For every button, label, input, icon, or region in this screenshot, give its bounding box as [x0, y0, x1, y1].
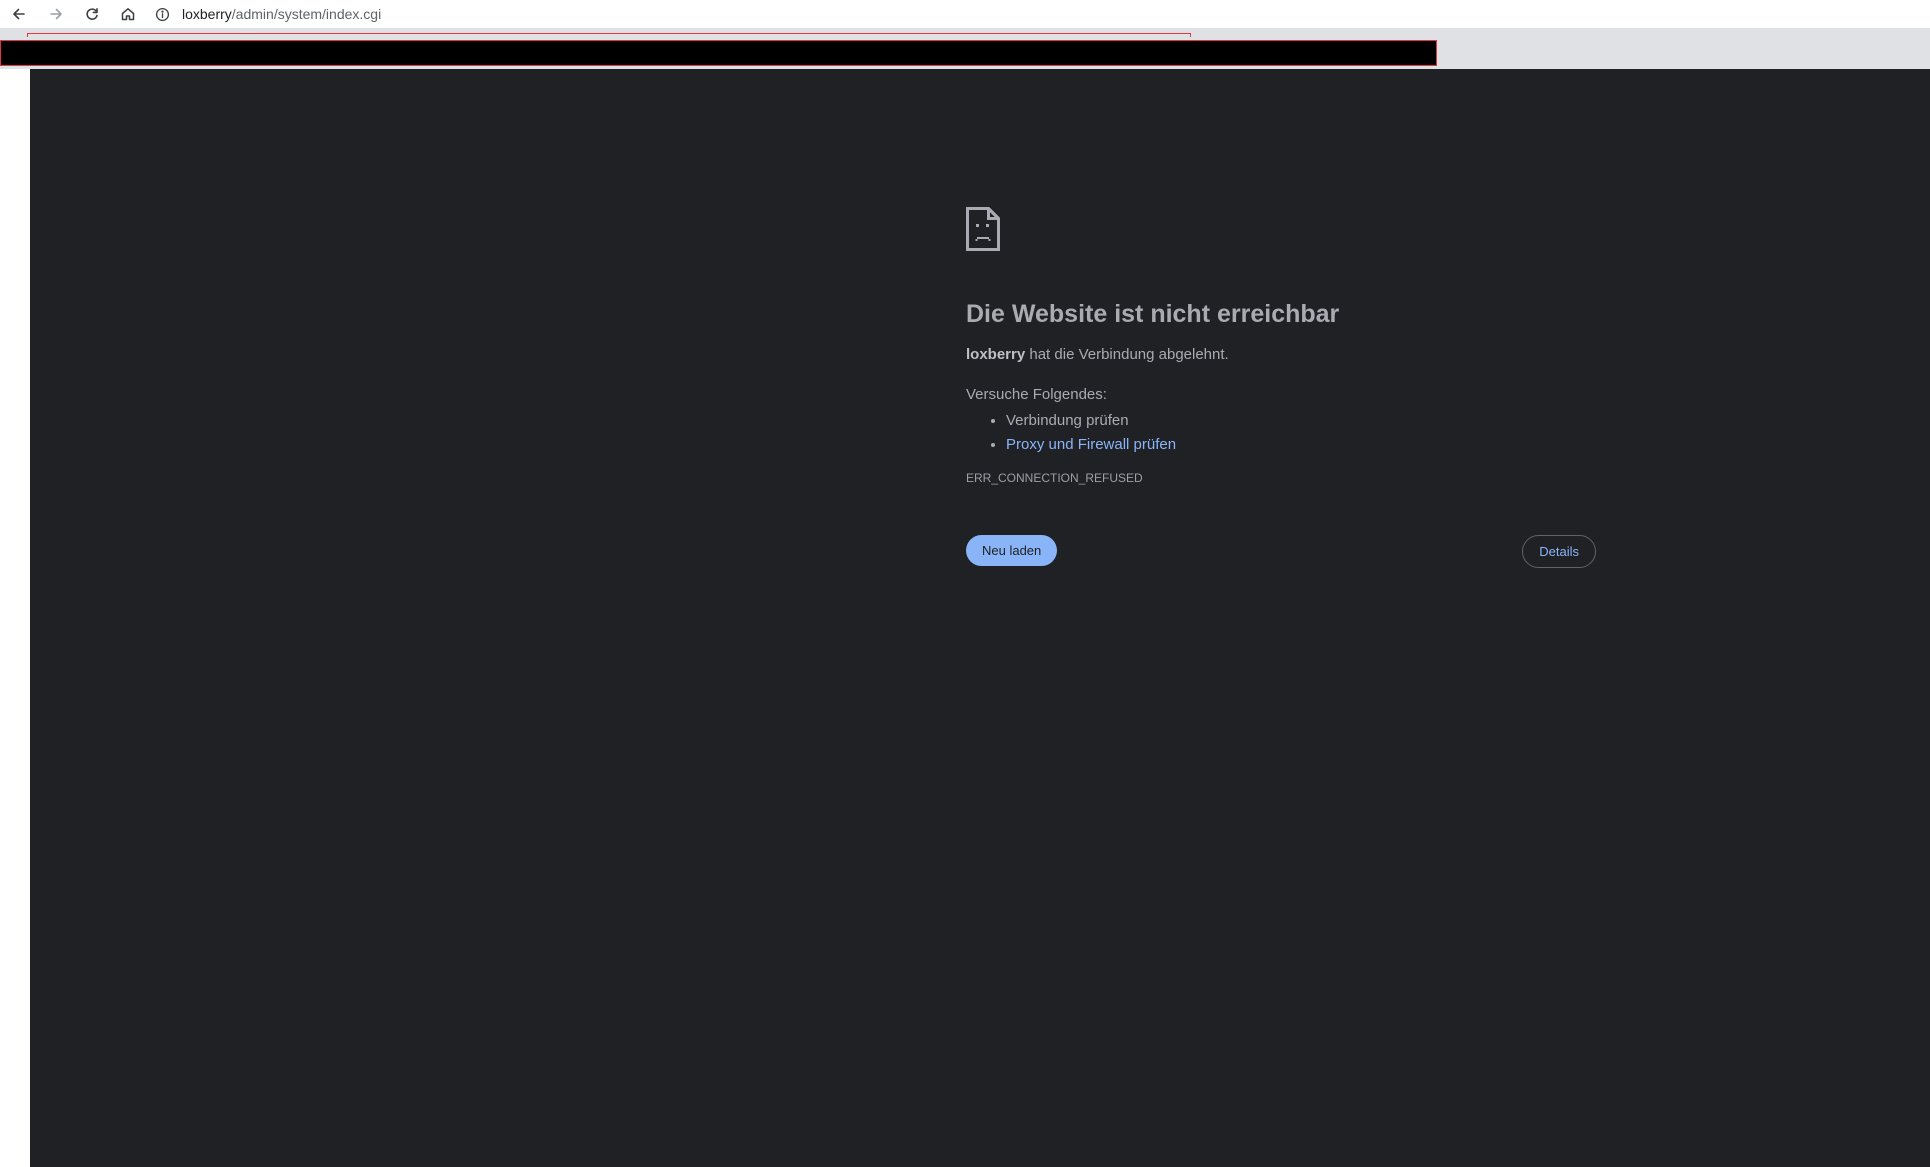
error-headline: Die Website ist nicht erreichbar	[966, 300, 1340, 328]
error-code: ERR_CONNECTION_REFUSED	[966, 471, 1143, 485]
home-icon	[121, 8, 135, 21]
url-host: loxberry	[182, 6, 232, 22]
url-path: /admin/system/index.cgi	[231, 6, 382, 22]
reload-button[interactable]	[74, 0, 110, 28]
info-icon	[155, 7, 169, 21]
url-text[interactable]: loxberry/admin/system/index.cgi	[182, 6, 381, 22]
site-info-button[interactable]	[148, 2, 176, 26]
suggestions-list: Verbindung prüfen Proxy und Firewall prü…	[966, 409, 1596, 457]
error-buttons: Neu laden Details	[966, 535, 1596, 569]
arrow-right-icon	[50, 8, 62, 20]
back-button[interactable]	[0, 0, 38, 28]
suggestions-title: Versuche Folgendes:	[966, 386, 1107, 403]
redaction-outline	[27, 33, 1191, 37]
left-margin	[0, 69, 30, 1167]
sad-document-icon	[966, 207, 1000, 251]
browser-toolbar: loxberry/admin/system/index.cgi	[0, 0, 1930, 28]
arrow-left-icon	[13, 8, 25, 20]
error-host: loxberry	[966, 346, 1026, 363]
suggestion-check-proxy-link[interactable]: Proxy und Firewall prüfen	[1006, 433, 1596, 457]
error-description: loxberry hat die Verbindung abgelehnt.	[966, 345, 1596, 365]
forward-button[interactable]	[38, 0, 74, 28]
details-button[interactable]: Details	[1522, 535, 1596, 568]
reload-icon	[86, 8, 98, 20]
reload-page-button[interactable]: Neu laden	[966, 535, 1058, 566]
suggestion-check-connection: Verbindung prüfen	[1006, 409, 1596, 433]
address-bar[interactable]: loxberry/admin/system/index.cgi	[148, 0, 381, 28]
home-button[interactable]	[110, 0, 146, 28]
error-description-text: hat die Verbindung abgelehnt.	[1025, 346, 1229, 363]
redacted-area	[0, 40, 1437, 66]
error-container: Die Website ist nicht erreichbar loxberr…	[966, 207, 1596, 569]
